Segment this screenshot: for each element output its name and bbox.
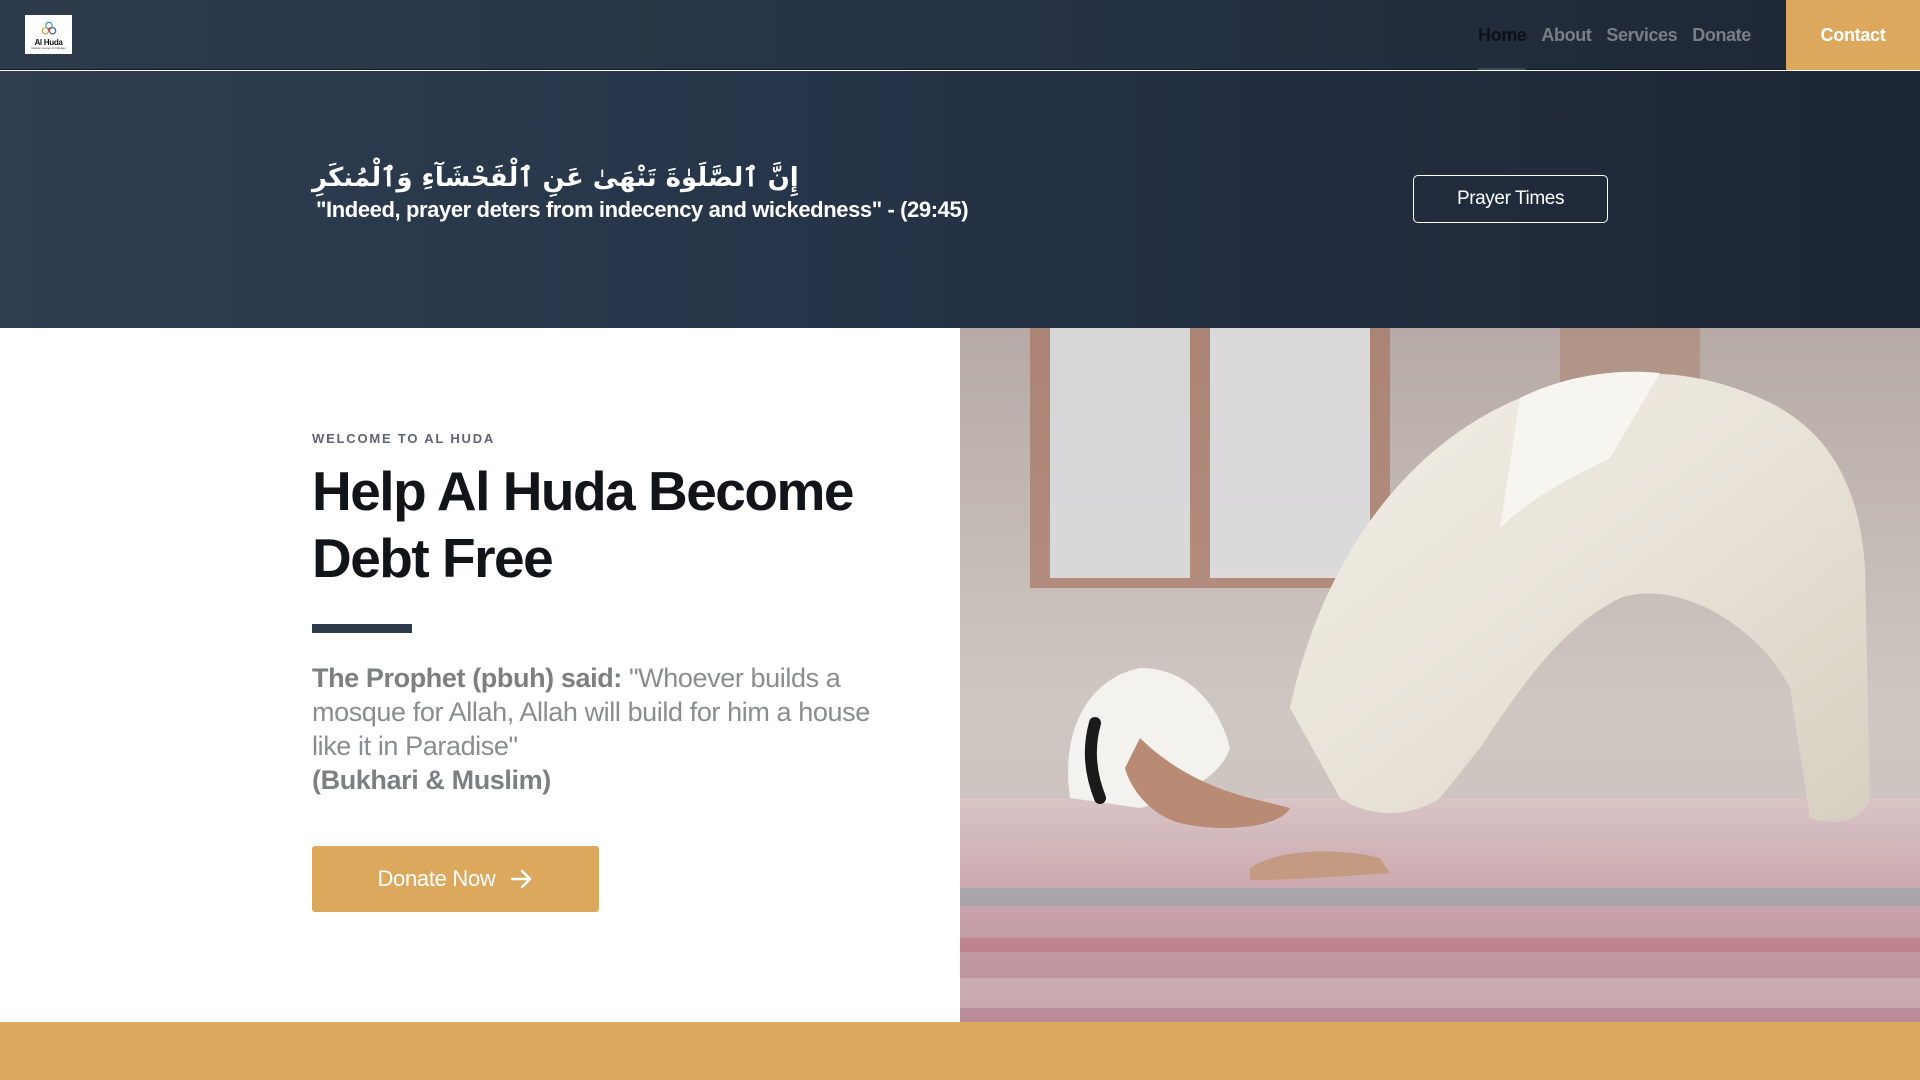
hero-divider (312, 624, 412, 633)
hadith-quote: The Prophet (pbuh) said: "Whoever builds… (312, 661, 892, 797)
arrow-right-icon (510, 868, 534, 890)
verse-translation: "Indeed, prayer deters from indecency an… (316, 197, 969, 222)
nav-services[interactable]: Services (1606, 0, 1677, 70)
bottom-band (0, 1022, 1920, 1080)
arabic-verse: إِنَّ ٱلصَّلَوٰةَ تَنْهَىٰ عَنِ ٱلْفَحْش… (312, 163, 799, 193)
nav-donate[interactable]: Donate (1692, 0, 1751, 70)
hero-headline: Help Al Huda Become Debt Free (312, 460, 854, 589)
main-nav: Home About Services Donate (1478, 0, 1766, 70)
nav-about[interactable]: About (1541, 0, 1591, 70)
site-logo[interactable]: Al Huda Islamic Center of Chicago (25, 15, 72, 54)
hadith-lead: The Prophet (pbuh) said: (312, 663, 622, 693)
logo-subtext: Islamic Center of Chicago (31, 45, 66, 50)
nav-home[interactable]: Home (1478, 0, 1527, 70)
prayer-photo (960, 328, 1920, 1022)
contact-button[interactable]: Contact (1786, 0, 1920, 70)
prayer-times-button[interactable]: Prayer Times (1413, 175, 1608, 223)
donate-now-button[interactable]: Donate Now (312, 846, 599, 912)
hero-image (960, 328, 1920, 1022)
quote-banner: إِنَّ ٱلصَّلَوٰةَ تَنْهَىٰ عَنِ ٱلْفَحْش… (0, 71, 1920, 328)
logo-mark-icon (41, 21, 56, 35)
hero-eyebrow: WELCOME TO AL HUDA (312, 431, 496, 446)
site-header: Al Huda Islamic Center of Chicago Home A… (0, 0, 1920, 70)
donate-now-label: Donate Now (377, 866, 496, 891)
hadith-source: (Bukhari & Muslim) (312, 765, 551, 795)
hero-content: WELCOME TO AL HUDA Help Al Huda Become D… (0, 328, 960, 1022)
